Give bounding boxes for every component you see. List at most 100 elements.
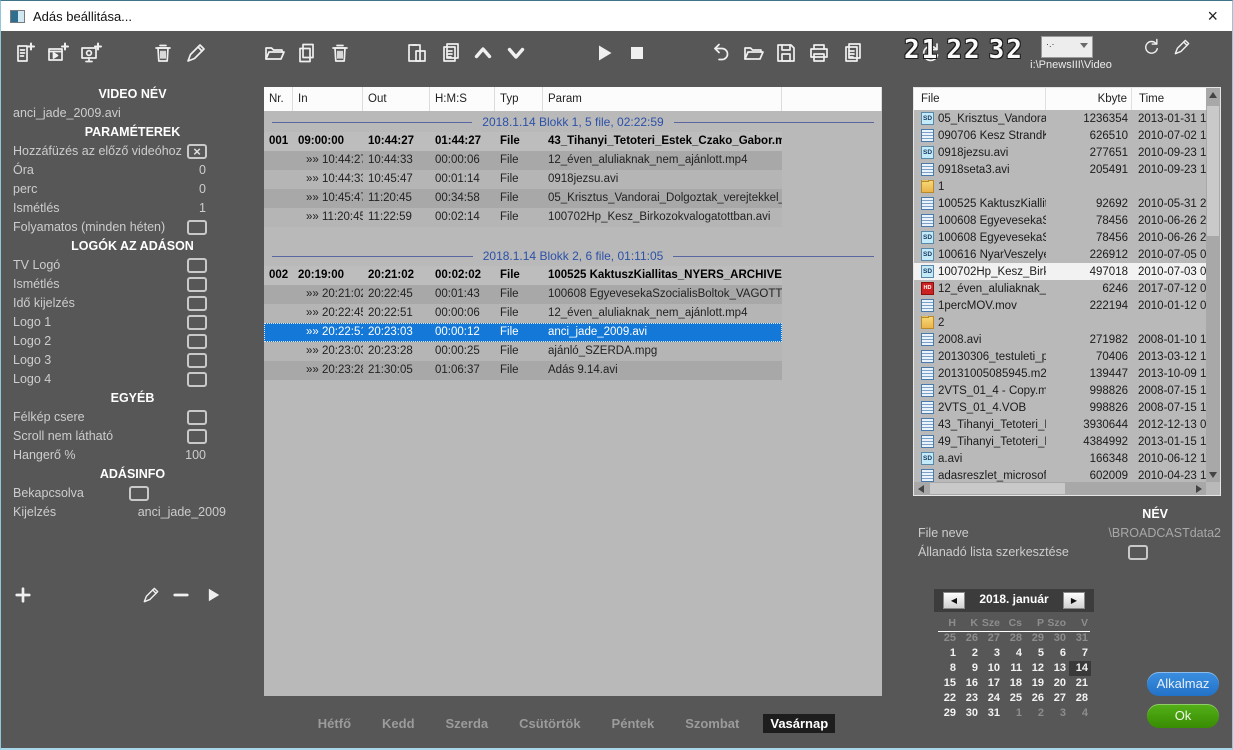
calendar-day[interactable]: 17 <box>981 676 1003 691</box>
paste-icon[interactable] <box>405 41 429 65</box>
checkbox[interactable] <box>187 429 207 444</box>
open-folder-icon[interactable] <box>262 41 286 65</box>
playlist-row[interactable]: »» 11:20:4511:22:5900:02:14File100702Hp_… <box>264 208 782 227</box>
file-row[interactable]: 1 <box>914 178 1207 195</box>
file-row[interactable]: 090706 Kesz StrandKézia...6265102010-07-… <box>914 127 1207 144</box>
move-up-icon[interactable] <box>471 41 495 65</box>
file-row[interactable]: 100525 KaktuszKiallitas_...926922010-05-… <box>914 195 1207 212</box>
play-icon[interactable] <box>203 585 223 605</box>
calendar-day[interactable]: 28 <box>1003 631 1025 646</box>
calendar-day[interactable]: 8 <box>937 661 959 676</box>
hscroll-thumb[interactable] <box>930 483 1065 494</box>
day-tab-4[interactable]: Csütörtök <box>512 714 587 733</box>
scroll-right-icon[interactable] <box>1196 485 1202 493</box>
calendar-day[interactable]: 10 <box>981 661 1003 676</box>
day-tab-5[interactable]: Péntek <box>605 714 662 733</box>
play-icon[interactable] <box>592 41 616 65</box>
playlist-row[interactable]: »» 10:45:4711:20:4500:34:58File05_Kriszt… <box>264 189 782 208</box>
file-row[interactable]: HD12_éven_aluliaknak_nem...62462017-07-1… <box>914 280 1207 297</box>
playlist-row[interactable]: »» 20:22:4520:22:5100:00:06File12_éven_a… <box>264 304 782 323</box>
file-row[interactable]: 20131005085945.m2t1394472013-10-09 1 <box>914 365 1207 382</box>
undo-icon[interactable] <box>708 41 732 65</box>
calendar-day[interactable]: 27 <box>1047 691 1069 706</box>
file-row[interactable]: SD100702Hp_Kesz_Birkozok...4970182010-07… <box>914 263 1207 280</box>
print-icon[interactable] <box>807 41 831 65</box>
file-row[interactable]: 43_Tihanyi_Tetoteri_Este...39306442012-1… <box>914 416 1207 433</box>
calendar-day[interactable]: 2 <box>1025 706 1047 721</box>
calendar-day[interactable]: 18 <box>1003 676 1025 691</box>
apply-button[interactable]: Alkalmaz <box>1147 672 1219 696</box>
calendar-day[interactable]: 1 <box>1003 706 1025 721</box>
file-row[interactable]: adasreszlet_microsoftdv6020092010-04-23 … <box>914 467 1207 482</box>
calendar-day[interactable]: 26 <box>959 631 981 646</box>
checkbox[interactable] <box>187 277 207 292</box>
copy-icon[interactable] <box>295 41 319 65</box>
file-row[interactable]: 2VTS_01_4 - Copy.mpg9988262008-07-15 1 <box>914 382 1207 399</box>
drive-select[interactable]: ·.· <box>1041 36 1093 58</box>
new-screen-icon[interactable] <box>79 41 103 65</box>
calendar-day[interactable]: 25 <box>1003 691 1025 706</box>
refresh-icon[interactable] <box>1141 37 1161 57</box>
calendar-day[interactable]: 1 <box>937 646 959 661</box>
calendar-next-icon[interactable]: ▶ <box>1063 592 1085 609</box>
calendar-day[interactable]: 6 <box>1047 646 1069 661</box>
playlist-row[interactable]: »» 20:22:5120:23:0300:00:12Fileanci_jade… <box>264 323 782 342</box>
file-row[interactable]: 0918seta3.avi2054912010-09-23 1 <box>914 161 1207 178</box>
day-tab-1[interactable]: Hétfő <box>311 714 358 733</box>
playlist-row[interactable]: »» 20:21:0220:22:4500:01:43File100608 Eg… <box>264 285 782 304</box>
file-row[interactable]: SD100616 NyarVeszelyeiTav...2269122010-0… <box>914 246 1207 263</box>
calendar-day[interactable]: 3 <box>981 646 1003 661</box>
file-row[interactable]: 49_Tihanyi_Tetoteri_Este...43849922013-0… <box>914 433 1207 450</box>
calendar-day[interactable]: 29 <box>937 706 959 721</box>
close-icon[interactable]: × <box>1207 3 1218 29</box>
allando-checkbox[interactable] <box>1128 545 1148 560</box>
edit-icon[interactable] <box>141 585 161 605</box>
day-tab-3[interactable]: Szerda <box>439 714 496 733</box>
playlist-row[interactable]: »» 20:23:0320:23:2800:00:25Fileajánló_SZ… <box>264 342 782 361</box>
horizontal-scrollbar[interactable] <box>914 482 1206 495</box>
playlist-row[interactable]: 00109:00:0010:44:2701:44:27File43_Tihany… <box>264 132 782 151</box>
file-row[interactable]: 20130306_testuleti_prob...704062013-03-1… <box>914 348 1207 365</box>
calendar-day[interactable]: 20 <box>1047 676 1069 691</box>
checkbox[interactable] <box>187 372 207 387</box>
file-row[interactable]: SDa.avi1663482010-06-12 1 <box>914 450 1207 467</box>
calendar-day[interactable]: 28 <box>1069 691 1091 706</box>
calendar-day[interactable]: 11 <box>1003 661 1025 676</box>
file-row[interactable]: SD100608 EgyevesekaSzoci...784562010-06-… <box>914 229 1207 246</box>
edit-path-icon[interactable] <box>1172 37 1192 57</box>
checkbox[interactable] <box>187 315 207 330</box>
vertical-scrollbar[interactable] <box>1206 88 1220 482</box>
calendar-day[interactable]: 30 <box>1047 631 1069 646</box>
calendar-day[interactable]: 3 <box>1047 706 1069 721</box>
calendar-day[interactable]: 21 <box>1069 676 1091 691</box>
calendar-day[interactable]: 15 <box>937 676 959 691</box>
calendar-day[interactable]: 4 <box>1003 646 1025 661</box>
checkbox[interactable] <box>187 410 207 425</box>
move-down-icon[interactable] <box>504 41 528 65</box>
checkbox[interactable] <box>187 220 207 235</box>
scroll-up-icon[interactable] <box>1209 92 1217 98</box>
file-row[interactable]: 2008.avi2719822008-01-10 1 <box>914 331 1207 348</box>
calendar-day[interactable]: 9 <box>959 661 981 676</box>
calendar-day[interactable]: 19 <box>1025 676 1047 691</box>
checkbox[interactable]: × <box>187 144 207 159</box>
calendar-day[interactable]: 13 <box>1047 661 1069 676</box>
file-row[interactable]: SD05_Krisztus_Vandorai_Do...12363542013-… <box>914 110 1207 127</box>
calendar-day[interactable]: 16 <box>959 676 981 691</box>
checkbox[interactable] <box>187 353 207 368</box>
calendar-day[interactable]: 22 <box>937 691 959 706</box>
edit-icon[interactable] <box>184 41 208 65</box>
delete-icon[interactable] <box>151 41 175 65</box>
calendar-day[interactable]: 30 <box>959 706 981 721</box>
ok-button[interactable]: Ok <box>1147 704 1219 728</box>
delete-row-icon[interactable] <box>328 41 352 65</box>
playlist-row[interactable]: »» 20:23:2821:30:0501:06:37FileAdás 9.14… <box>264 361 782 380</box>
checkbox[interactable] <box>187 258 207 273</box>
file-row[interactable]: 100608 EgyevesekaSzoci...784562010-06-26… <box>914 212 1207 229</box>
playlist-row[interactable]: 00220:19:0020:21:0200:02:02File100525 Ka… <box>264 266 782 285</box>
pages-icon[interactable] <box>438 41 462 65</box>
add-icon[interactable] <box>13 585 33 605</box>
playlist-row[interactable]: »» 10:44:3310:45:4700:01:14File0918jezsu… <box>264 170 782 189</box>
print-pages-icon[interactable] <box>840 41 864 65</box>
calendar-day[interactable]: 7 <box>1069 646 1091 661</box>
